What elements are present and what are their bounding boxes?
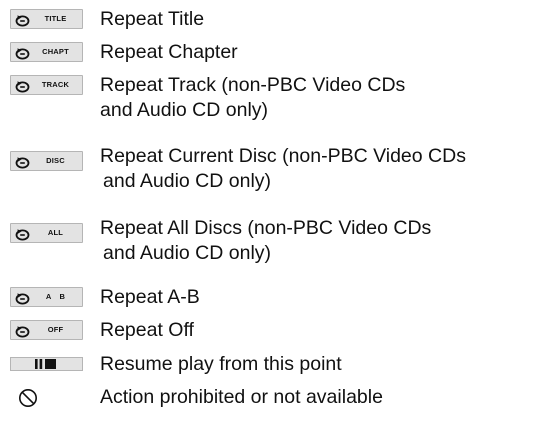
legend-description: Repeat Chapter: [100, 40, 238, 65]
description-line: and Audio CD only): [100, 99, 269, 121]
legend-description: Repeat All Discs (non-PBC Video CDs and …: [100, 216, 431, 266]
badge-label: OFF: [47, 325, 64, 334]
repeat-arrow-icon: [15, 81, 30, 93]
repeat-arrow-icon: [15, 157, 30, 169]
prohibited-icon: [19, 389, 37, 407]
repeat-all-icon: ALL: [10, 223, 83, 243]
repeat-arrow-icon: [15, 15, 30, 27]
description-line: Repeat All Discs (non-PBC Video CDs: [100, 217, 432, 239]
description-line: Repeat Off: [100, 319, 194, 341]
description-line: Repeat Chapter: [100, 41, 238, 63]
badge-label: ALL: [47, 228, 64, 237]
badge-label: DISC: [46, 156, 65, 165]
repeat-disc-icon: DISC: [10, 151, 83, 171]
description-line: Repeat Title: [100, 8, 205, 30]
description-line: Action prohibited or not available: [100, 386, 383, 408]
legend-description: Action prohibited or not available: [100, 385, 383, 410]
badge-label: CHAPT: [42, 47, 69, 56]
badge-label: TRACK: [41, 80, 70, 89]
legend-description: Repeat Off: [100, 318, 194, 343]
legend-description: Repeat Track (non-PBC Video CDs and Audi…: [100, 73, 405, 123]
description-line: Repeat Track (non-PBC Video CDs: [100, 74, 406, 96]
repeat-off-icon: OFF: [10, 320, 83, 340]
repeat-arrow-icon: [15, 48, 30, 60]
badge-label: TITLE: [44, 14, 67, 23]
description-line: and Audio CD only): [103, 170, 272, 192]
badge-label: A B: [45, 292, 66, 301]
repeat-a-b-icon: A B: [10, 287, 83, 307]
repeat-arrow-icon: [15, 229, 30, 241]
repeat-title-icon: TITLE: [10, 9, 83, 29]
repeat-arrow-icon: [15, 326, 30, 338]
description-line: Resume play from this point: [100, 353, 342, 375]
legend-description: Resume play from this point: [100, 352, 342, 377]
repeat-track-icon: TRACK: [10, 75, 83, 95]
resume-icon: [10, 357, 83, 371]
repeat-chapter-icon: CHAPT: [10, 42, 83, 62]
legend-description: Repeat A-B: [100, 285, 200, 310]
repeat-arrow-icon: [15, 293, 30, 305]
description-line: Repeat A-B: [100, 286, 200, 308]
description-line: Repeat Current Disc (non-PBC Video CDs: [100, 145, 466, 167]
description-line: and Audio CD only): [103, 242, 272, 264]
pause-stop-icon: [35, 359, 56, 369]
legend-description: Repeat Title: [100, 7, 204, 32]
legend-description: Repeat Current Disc (non-PBC Video CDs a…: [100, 144, 466, 194]
osd-icon-legend: TITLE Repeat Title CHAPT Repeat Chapter: [0, 0, 557, 429]
